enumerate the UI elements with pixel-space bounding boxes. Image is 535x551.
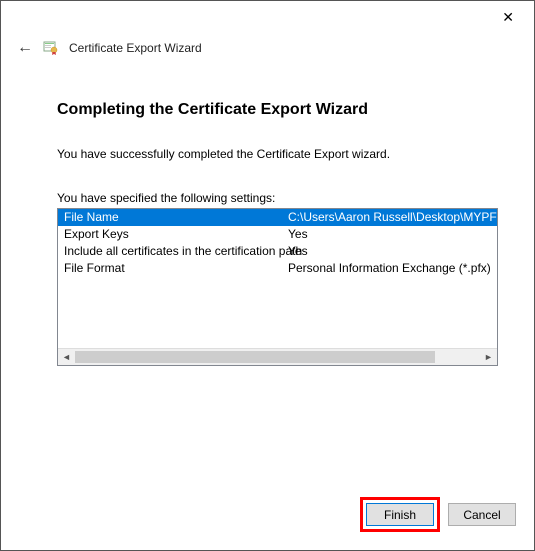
button-bar: Finish Cancel bbox=[360, 497, 516, 532]
wizard-title: Certificate Export Wizard bbox=[69, 41, 202, 55]
table-row[interactable]: Include all certificates in the certific… bbox=[58, 243, 497, 260]
setting-label: File Format bbox=[58, 260, 288, 277]
titlebar: ✕ bbox=[1, 1, 534, 33]
setting-label: Include all certificates in the certific… bbox=[58, 243, 288, 260]
scroll-right-icon[interactable]: ► bbox=[480, 349, 497, 366]
table-row[interactable]: Export Keys Yes bbox=[58, 226, 497, 243]
table-row[interactable]: File Name C:\Users\Aaron Russell\Desktop… bbox=[58, 209, 497, 226]
highlight-annotation: Finish bbox=[360, 497, 440, 532]
setting-value: Personal Information Exchange (*.pfx) bbox=[288, 260, 497, 277]
settings-listbox[interactable]: File Name C:\Users\Aaron Russell\Desktop… bbox=[57, 208, 498, 366]
scroll-track[interactable] bbox=[75, 349, 480, 365]
content-area: Completing the Certificate Export Wizard… bbox=[1, 61, 534, 366]
finish-button[interactable]: Finish bbox=[366, 503, 434, 526]
setting-label: Export Keys bbox=[58, 226, 288, 243]
scroll-thumb[interactable] bbox=[75, 351, 435, 363]
close-icon[interactable]: ✕ bbox=[494, 5, 522, 30]
setting-label: File Name bbox=[58, 209, 288, 226]
certificate-icon bbox=[43, 40, 59, 56]
settings-label: You have specified the following setting… bbox=[57, 191, 498, 205]
cancel-button[interactable]: Cancel bbox=[448, 503, 516, 526]
setting-value: Yes bbox=[288, 243, 497, 260]
back-arrow-icon[interactable]: ← bbox=[17, 39, 33, 57]
header: ← Certificate Export Wizard bbox=[1, 33, 534, 61]
settings-table: File Name C:\Users\Aaron Russell\Desktop… bbox=[58, 209, 497, 348]
table-row[interactable]: File Format Personal Information Exchang… bbox=[58, 260, 497, 277]
setting-value: C:\Users\Aaron Russell\Desktop\MYPF bbox=[288, 209, 497, 226]
success-text: You have successfully completed the Cert… bbox=[57, 147, 498, 161]
horizontal-scrollbar[interactable]: ◄ ► bbox=[58, 348, 497, 365]
page-heading: Completing the Certificate Export Wizard bbox=[57, 101, 498, 119]
scroll-left-icon[interactable]: ◄ bbox=[58, 349, 75, 366]
setting-value: Yes bbox=[288, 226, 497, 243]
